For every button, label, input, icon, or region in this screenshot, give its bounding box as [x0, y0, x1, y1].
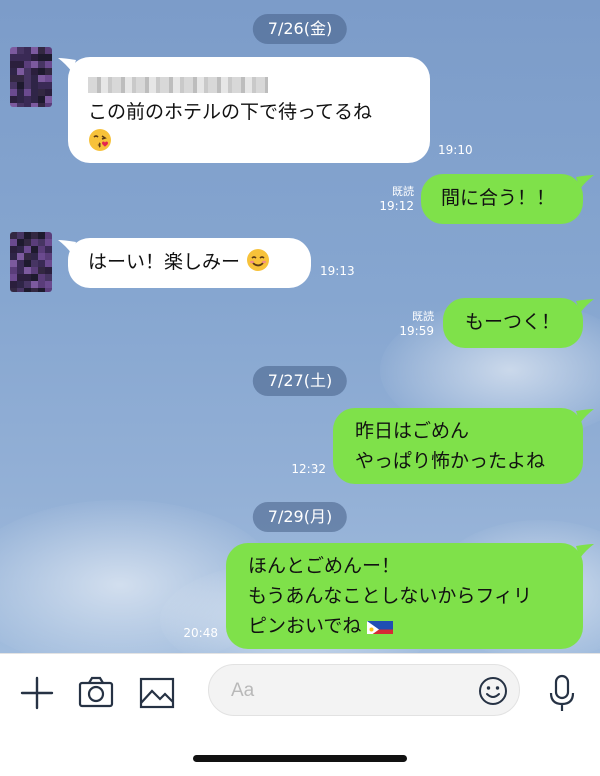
date-separator: 7/27(土): [252, 366, 348, 396]
message-time: 12:32: [291, 462, 326, 476]
message-bubble[interactable]: ほんとごめんー！ もうあんなことしないからフィリ ピンおいでね: [226, 543, 583, 649]
message-text: もうあんなことしないからフィリ: [248, 585, 533, 607]
message-time: 20:48: [183, 626, 218, 640]
date-separator: 7/26(金): [252, 14, 348, 44]
bubble-tail: [576, 175, 594, 189]
bubble-tail: [576, 409, 594, 423]
chat-area[interactable]: 7/26(金) この前のホテルの下で待ってるね 19:10 既読 19:12 間…: [0, 0, 600, 653]
message-time: 19:10: [438, 143, 473, 157]
message-time: 19:59: [399, 324, 434, 338]
message-text: ピンおいでね: [248, 615, 362, 637]
message-meta: 既読 19:12: [379, 184, 414, 214]
redacted-text: [88, 76, 268, 93]
avatar[interactable]: [10, 232, 52, 292]
message-bubble[interactable]: この前のホテルの下で待ってるね: [68, 57, 430, 163]
read-receipt: 既読: [412, 310, 434, 323]
home-indicator[interactable]: [193, 755, 407, 762]
emoji-icon[interactable]: [477, 675, 509, 707]
message-time: 19:12: [379, 199, 414, 213]
message-text: この前のホテルの下で待ってるね: [88, 101, 373, 123]
message-bubble[interactable]: 昨日はごめん やっぱり怖かったよね: [333, 408, 583, 484]
philippines-flag-icon: [367, 617, 394, 634]
message-bubble[interactable]: 間に合う！！: [421, 174, 583, 224]
message-text: 昨日はごめん: [355, 420, 470, 442]
message-meta: 既読 19:59: [399, 309, 434, 339]
message-time: 19:13: [320, 264, 355, 278]
message-bubble[interactable]: はーい！楽しみー: [68, 238, 311, 288]
avatar[interactable]: [10, 47, 52, 107]
message-text: 間に合う！！: [441, 187, 556, 209]
message-text: やっぱり怖かったよね: [355, 450, 546, 472]
read-receipt: 既読: [392, 185, 414, 198]
message-bubble[interactable]: もーつく！: [443, 298, 583, 348]
kissing-heart-emoji-icon: [88, 128, 112, 152]
camera-icon[interactable]: [75, 672, 117, 714]
message-text: ほんとごめんー！: [248, 555, 401, 577]
bubble-tail: [576, 544, 594, 558]
bubble-tail: [576, 299, 594, 313]
message-input-box[interactable]: [208, 664, 520, 716]
message-text: はーい！楽しみー: [88, 251, 241, 273]
message-text: もーつく！: [465, 311, 561, 333]
smiling-emoji-icon: [246, 248, 270, 272]
message-input[interactable]: [229, 673, 473, 709]
date-separator: 7/29(月): [252, 502, 348, 532]
microphone-icon[interactable]: [541, 672, 583, 714]
plus-icon[interactable]: [16, 672, 58, 714]
image-icon[interactable]: [136, 672, 178, 714]
